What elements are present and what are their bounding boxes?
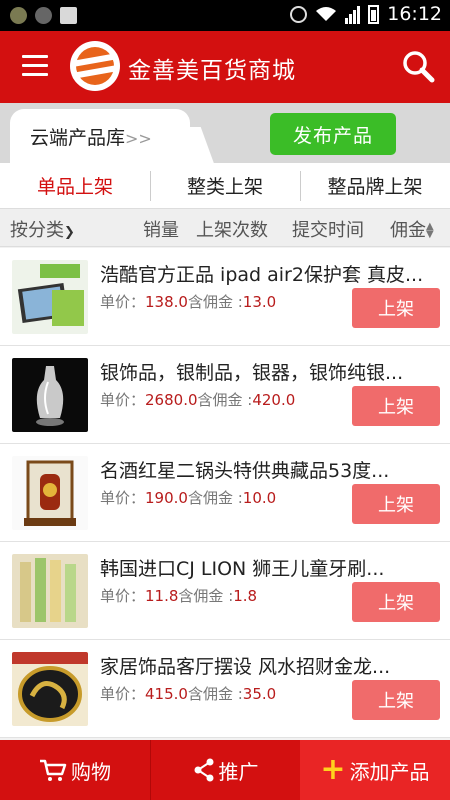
list-on-shelf-button[interactable]: 上架: [352, 582, 440, 622]
plus-icon: +: [320, 752, 346, 787]
list-item[interactable]: 名酒红星二锅头特供典藏品53度... 单价：190.0含佣金 :10.0 上架: [0, 444, 450, 542]
app-title: 金善美百货商城: [128, 58, 296, 84]
list-on-shelf-button[interactable]: 上架: [352, 484, 440, 524]
app-icon: [10, 7, 27, 24]
nav-add-product[interactable]: + 添加产品: [300, 740, 450, 800]
product-thumbnail: [12, 456, 88, 530]
cloud-library-label[interactable]: 云端产品库>>: [30, 123, 152, 150]
product-name: 浩酷官方正品 ipad air2保护套 真皮...: [100, 264, 424, 286]
list-on-shelf-button[interactable]: 上架: [352, 386, 440, 426]
sort-bar: 按分类❯ 销量 上架次数 提交时间 佣金▲ ▼: [0, 209, 450, 247]
sort-arrows-icon: ▲ ▼: [426, 221, 434, 240]
sort-by-sales[interactable]: 销量: [143, 216, 179, 242]
nav-shopping[interactable]: 购物: [0, 740, 150, 800]
battery-icon: [368, 4, 380, 24]
share-icon: [194, 758, 213, 782]
product-thumbnail: [12, 554, 88, 628]
signal-icon: [345, 4, 361, 24]
product-price: 单价：415.0含佣金 :35.0: [100, 685, 277, 703]
alarm-icon: [290, 5, 308, 23]
list-item[interactable]: 韩国进口CJ LION 狮王儿童牙刷... 单价：11.8含佣金 :1.8 上架: [0, 542, 450, 640]
product-name: 名酒红星二锅头特供典藏品53度...: [100, 460, 390, 482]
status-bar: 16:12: [0, 0, 450, 31]
sort-by-submit-time[interactable]: 提交时间: [292, 216, 364, 242]
list-item[interactable]: 家居饰品客厅摆设 风水招财金龙... 单价：415.0含佣金 :35.0 上架: [0, 640, 450, 738]
list-on-shelf-button[interactable]: 上架: [352, 680, 440, 720]
list-on-shelf-button[interactable]: 上架: [352, 288, 440, 328]
library-tab-row: 云端产品库>> 发布产品: [0, 103, 450, 167]
list-item[interactable]: 银饰品，银制品，银器，银饰纯银... 单价：2680.0含佣金 :420.0 上…: [0, 346, 450, 444]
bottom-nav: 购物 推广 + 添加产品: [0, 740, 450, 800]
publish-product-button[interactable]: 发布产品: [270, 113, 396, 155]
sort-by-shelf-count[interactable]: 上架次数: [196, 216, 268, 242]
sort-by-category[interactable]: 按分类❯: [10, 216, 75, 242]
product-price: 单价：11.8含佣金 :1.8: [100, 587, 258, 605]
product-price: 单价：2680.0含佣金 :420.0: [100, 391, 296, 409]
chevron-down-icon: ❯: [64, 225, 75, 240]
list-item[interactable]: 浩酷官方正品 ipad air2保护套 真皮... 单价：138.0含佣金 :1…: [0, 248, 450, 346]
product-thumbnail: [12, 652, 88, 726]
product-name: 家居饰品客厅摆设 风水招财金龙...: [100, 656, 391, 678]
image-icon: [60, 7, 77, 24]
product-thumbnail: [12, 260, 88, 334]
tab-whole-category[interactable]: 整类上架: [150, 163, 300, 208]
chevron-right-icon: >>: [125, 129, 152, 148]
brand-logo: [70, 41, 120, 91]
app-header: 金善美百货商城: [0, 31, 450, 103]
product-list: 浩酷官方正品 ipad air2保护套 真皮... 单价：138.0含佣金 :1…: [0, 248, 450, 738]
cart-icon: [40, 759, 67, 781]
nav-promote[interactable]: 推广: [150, 740, 300, 800]
tab-whole-brand[interactable]: 整品牌上架: [300, 163, 450, 208]
search-icon[interactable]: [400, 49, 436, 85]
tab-single-product[interactable]: 单品上架: [0, 163, 150, 208]
menu-icon[interactable]: [22, 55, 48, 77]
product-price: 单价：138.0含佣金 :13.0: [100, 293, 277, 311]
product-name: 韩国进口CJ LION 狮王儿童牙刷...: [100, 558, 385, 580]
shelf-mode-tabs: 单品上架 整类上架 整品牌上架: [0, 163, 450, 209]
status-time: 16:12: [387, 3, 442, 25]
product-name: 银饰品，银制品，银器，银饰纯银...: [100, 362, 404, 384]
product-thumbnail: [12, 358, 88, 432]
wechat-icon: [35, 7, 52, 24]
sort-by-commission[interactable]: 佣金▲ ▼: [390, 216, 434, 242]
wifi-icon: [316, 7, 337, 21]
product-price: 单价：190.0含佣金 :10.0: [100, 489, 277, 507]
